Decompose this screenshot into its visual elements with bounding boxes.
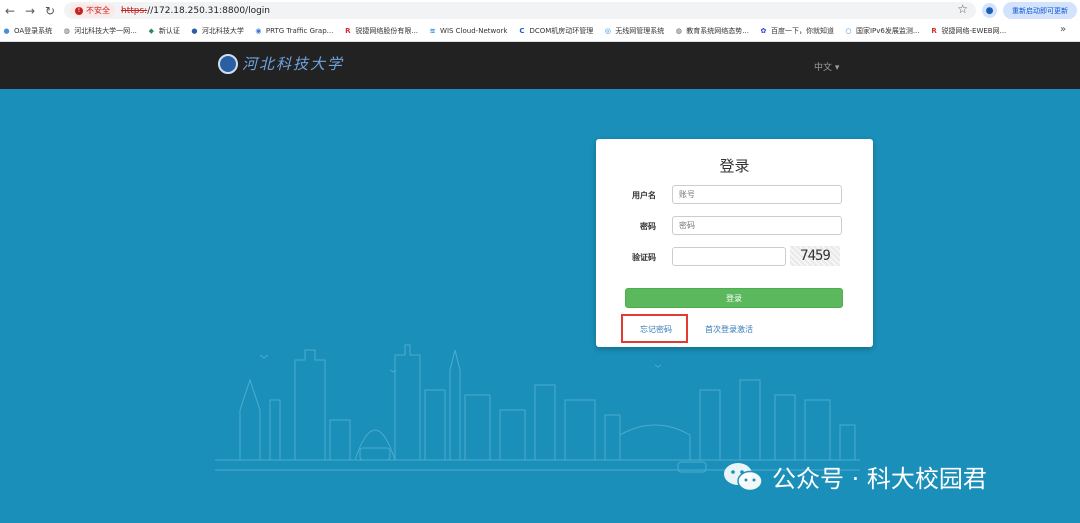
globe-icon: ◍	[63, 27, 70, 35]
diamond-icon: ◆	[148, 27, 155, 35]
bookmark-item[interactable]: R 锐捷网络-EWEB网...	[930, 26, 1007, 36]
reload-icon[interactable]: ↻	[40, 0, 60, 21]
bookmarks-bar: ● OA登录系统 ◍ 河北科技大学一网... ◆ 新认证 ● 河北科技大学 ◉ PRTG Traf…	[0, 21, 1080, 42]
bookmark-item[interactable]: C DCOM机房动环管理	[517, 26, 593, 36]
profile-avatar-icon[interactable]: ●	[982, 3, 997, 18]
ruijie-icon: R	[345, 27, 351, 35]
insecure-label: 不安全	[86, 6, 110, 15]
browser-toolbar: ← → ↻ ! 不安全 https: //172.18.250.31:8800/…	[0, 0, 1080, 21]
bookmark-item[interactable]: ◉ PRTG Traffic Grap...	[254, 27, 333, 36]
update-button[interactable]: 重新启动即可更新	[1003, 2, 1077, 19]
bookmark-label: WIS Cloud-Network	[440, 27, 508, 35]
wechat-icon	[724, 462, 763, 491]
school-emblem-icon	[218, 53, 238, 74]
bookmark-item[interactable]: ◍ 河北科技大学一网...	[62, 26, 137, 36]
wireless-icon: ◎	[604, 27, 611, 35]
ruijie-icon: R	[931, 27, 937, 35]
address-bar[interactable]: ! 不安全 https: //172.18.250.31:8800/login …	[64, 2, 976, 19]
username-label: 用户名	[632, 191, 656, 200]
bookmark-label: PRTG Traffic Grap...	[265, 27, 334, 35]
bookmark-item[interactable]: ◆ 新认证	[147, 26, 180, 36]
url-scheme: https:	[121, 5, 148, 16]
login-button[interactable]: 登录	[625, 288, 843, 308]
login-title: 登录	[719, 157, 750, 175]
bookmark-item[interactable]: R 锐捷网络股份有限...	[343, 26, 418, 36]
bookmark-item[interactable]: ◍ 教育系统网络态势...	[674, 26, 749, 36]
bookmark-label: 百度一下，你就知道	[770, 27, 834, 35]
baidu-icon: ✿	[760, 27, 767, 35]
bookmark-item[interactable]: ✿ 百度一下，你就知道	[759, 26, 834, 36]
warning-icon: !	[75, 6, 83, 15]
school-name: 河北科技大学	[242, 55, 345, 73]
ipv6-icon: ○	[845, 27, 852, 35]
bookmark-label: DCOM机房动环管理	[529, 27, 594, 35]
password-input[interactable]	[672, 216, 842, 235]
oa-icon: ●	[3, 27, 10, 35]
bookmark-label: 河北科技大学	[201, 27, 244, 35]
bookmark-label: 新认证	[158, 27, 180, 35]
bookmark-item[interactable]: ◎ 无线网管理系统	[603, 26, 665, 36]
username-input[interactable]	[672, 185, 842, 204]
password-label: 密码	[640, 222, 656, 231]
forward-icon[interactable]: →	[20, 0, 40, 21]
captcha-image[interactable]: 7459	[790, 246, 840, 266]
bookmark-label: 国家IPv6发展监测...	[855, 27, 920, 35]
url-text: //172.18.250.31:8800/login	[147, 5, 271, 16]
watermark: 公众号 · 科大校园君	[722, 459, 987, 494]
bookmark-label: 锐捷网络股份有限...	[355, 27, 419, 35]
bookmark-item[interactable]: ● 河北科技大学	[190, 26, 244, 36]
emblem-icon: ●	[191, 27, 198, 35]
back-icon[interactable]: ←	[0, 0, 20, 21]
wis-icon: ≋	[429, 27, 436, 35]
insecure-badge[interactable]: ! 不安全	[70, 4, 115, 17]
captcha-label: 验证码	[632, 253, 656, 262]
bookmark-label: 无线网管理系统	[615, 27, 665, 35]
bookmark-label: 锐捷网络-EWEB网...	[941, 27, 1007, 35]
school-logo[interactable]: 河北科技大学	[218, 53, 344, 74]
captcha-input[interactable]	[672, 247, 786, 266]
more-bookmarks-icon[interactable]: »	[1060, 24, 1070, 35]
bookmark-item[interactable]: ○ 国家IPv6发展监测...	[844, 26, 920, 36]
language-dropdown[interactable]: 中文 ▾	[814, 60, 839, 73]
bookmark-item[interactable]: ≋ WIS Cloud-Network	[428, 27, 508, 36]
bookmark-item[interactable]: ● OA登录系统	[2, 26, 52, 36]
watermark-text: 公众号 · 科大校园君	[772, 465, 987, 493]
globe-icon: ◍	[675, 27, 682, 35]
bookmark-label: 河北科技大学一网...	[74, 27, 137, 35]
site-header: 河北科技大学 中文 ▾	[0, 42, 1080, 89]
bookmark-label: 教育系统网络态势...	[686, 27, 749, 35]
highlight-box	[621, 314, 688, 343]
bookmark-label: OA登录系统	[14, 27, 53, 35]
dcom-icon: C	[519, 27, 525, 35]
bookmark-star-icon[interactable]: ☆	[957, 2, 968, 16]
prtg-icon: ◉	[255, 27, 262, 35]
first-login-activate-link[interactable]: 首次登录激活	[705, 324, 753, 335]
